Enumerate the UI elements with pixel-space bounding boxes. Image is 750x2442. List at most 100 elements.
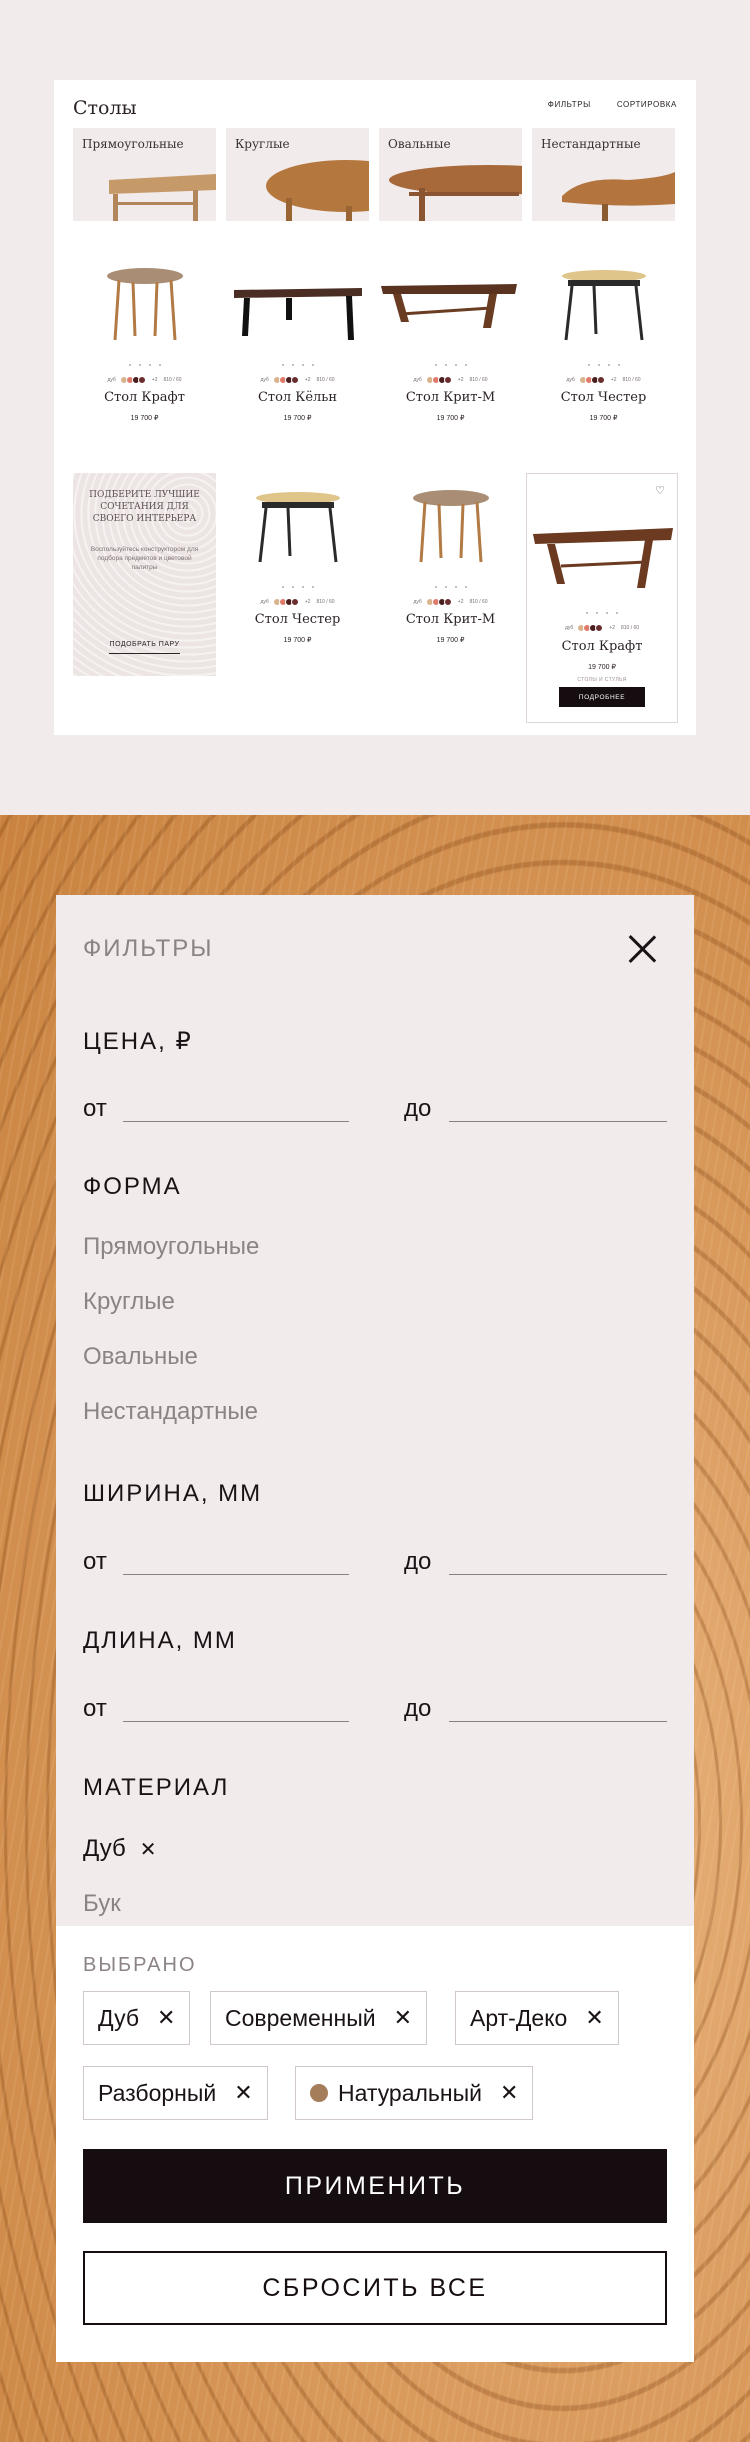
product-image xyxy=(107,268,183,341)
pick-pair-button[interactable]: ПОДОБРАТЬ ПАРУ xyxy=(73,641,216,648)
selected-chip[interactable]: Разборный ✕ xyxy=(83,2066,268,2120)
product-name: Стол Крафт xyxy=(104,390,185,405)
product-image xyxy=(256,492,340,563)
catalog-controls: ФИЛЬТРЫ СОРТИРОВКА xyxy=(548,100,677,109)
shape-tile-label: Прямоугольные xyxy=(82,137,184,151)
remove-x-icon[interactable]: ✕ xyxy=(234,2080,252,2106)
carousel-dots xyxy=(226,586,369,588)
shape-tile-custom[interactable]: Нестандартные xyxy=(532,128,675,221)
selected-chip[interactable]: Современный ✕ xyxy=(210,1991,428,2045)
promo-title: Подберите лучшие сочетания для своего ин… xyxy=(89,490,200,524)
chip-label: Арт-Деко xyxy=(470,2004,568,2031)
product-image xyxy=(562,270,646,341)
color-swatches[interactable] xyxy=(119,376,146,384)
reset-all-button[interactable]: СБРОСИТЬ ВСЕ xyxy=(83,2251,667,2325)
carousel-dots xyxy=(226,364,369,366)
chip-label: Дуб xyxy=(98,2004,140,2031)
product-meta: дуб +2 810 / 60 xyxy=(107,376,182,384)
product-meta: дуб +2 810 / 60 xyxy=(413,598,488,606)
sort-link[interactable]: СОРТИРОВКА xyxy=(617,100,677,109)
product-card[interactable]: дуб +2 810 / 60 Стол Крафт 19 700 ₽ xyxy=(73,258,216,436)
featured-product-card[interactable]: ♡ дуб +2 810 / 60 Стол Крафт 19 700 ₽ СТ… xyxy=(526,473,678,723)
filter-title: ФИЛЬТРЫ xyxy=(83,935,214,962)
color-swatches[interactable] xyxy=(272,376,299,384)
shape-tile-rectangular[interactable]: Прямоугольные xyxy=(73,128,216,221)
product-image xyxy=(381,284,517,328)
product-card[interactable]: дуб +2 810 / 60 Стол Честер 19 700 ₽ xyxy=(226,480,369,658)
color-swatches[interactable] xyxy=(272,598,299,606)
chip-label: Современный xyxy=(225,2004,376,2031)
shape-option[interactable]: Круглые xyxy=(83,1288,175,1316)
favorite-heart-icon[interactable]: ♡ xyxy=(655,484,665,497)
remove-x-icon[interactable]: ✕ xyxy=(500,2080,518,2106)
carousel-dots xyxy=(532,364,675,366)
product-price: 19 700 ₽ xyxy=(283,415,312,422)
color-swatches[interactable] xyxy=(425,376,452,384)
filters-link[interactable]: ФИЛЬТРЫ xyxy=(548,100,591,109)
length-to-label: до xyxy=(404,1695,432,1722)
product-name: Стол Честер xyxy=(254,612,341,627)
material-label: Дуб xyxy=(83,1835,126,1862)
shape-section-title: ФОРМА xyxy=(83,1173,182,1200)
selected-title: ВЫБРАНО xyxy=(83,1954,197,1976)
product-card[interactable]: дуб +2 810 / 60 Стол Крит-М 19 700 ₽ xyxy=(379,480,522,658)
promo-description: Воспользуйтесь конструктором для подбора… xyxy=(90,546,199,571)
material-option[interactable]: Бук xyxy=(83,1890,121,1918)
catalog-card: Столы ФИЛЬТРЫ СОРТИРОВКА Прямоугольные К… xyxy=(54,80,696,735)
remove-x-icon[interactable]: ✕ xyxy=(157,2005,175,2031)
product-price: 19 700 ₽ xyxy=(283,637,312,644)
shape-tile-label: Круглые xyxy=(235,137,290,151)
width-from-input[interactable] xyxy=(123,1574,349,1575)
length-from-input[interactable] xyxy=(123,1721,349,1722)
apply-button[interactable]: ПРИМЕНИТЬ xyxy=(83,2149,667,2223)
shape-tile-round[interactable]: Круглые xyxy=(226,128,369,221)
product-price: 19 700 ₽ xyxy=(436,415,465,422)
shape-option[interactable]: Нестандартные xyxy=(83,1398,258,1426)
product-price: 19 700 ₽ xyxy=(589,415,618,422)
chip-label: Разборный xyxy=(98,2079,217,2106)
price-to-label: до xyxy=(404,1095,432,1122)
button-underline xyxy=(109,653,180,654)
price-section-title: ЦЕНА, ₽ xyxy=(83,1028,193,1055)
shape-tile-oval[interactable]: Овальные xyxy=(379,128,522,221)
product-meta: дуб +2 810 / 60 xyxy=(413,376,488,384)
details-button[interactable]: ПОДРОБНЕЕ xyxy=(559,687,645,707)
product-image xyxy=(234,288,362,340)
product-category: СТОЛЫ И СТУЛЬЯ xyxy=(577,677,627,683)
color-swatches[interactable] xyxy=(425,598,452,606)
product-name: Стол Крит-М xyxy=(405,612,496,627)
price-to-input[interactable] xyxy=(449,1121,667,1122)
product-meta: дуб +2 810 / 60 xyxy=(260,598,335,606)
wood-background: ФИЛЬТРЫ ЦЕНА, ₽ от до ФОРМА Прямоугольны… xyxy=(0,815,750,2442)
selected-chip[interactable]: Дуб ✕ xyxy=(83,1991,191,2045)
selected-chip[interactable]: Арт-Деко ✕ xyxy=(455,1991,619,2045)
carousel-dots xyxy=(527,612,677,614)
color-swatches[interactable] xyxy=(577,624,604,632)
product-card[interactable]: дуб +2 810 / 60 Стол Кёльн 19 700 ₽ xyxy=(226,258,369,436)
width-to-input[interactable] xyxy=(449,1574,667,1575)
pairing-promo-card: Подберите лучшие сочетания для своего ин… xyxy=(73,473,216,676)
chip-label: Натуральный xyxy=(338,2079,482,2106)
shape-option[interactable]: Прямоугольные xyxy=(83,1233,259,1261)
carousel-dots xyxy=(73,364,216,366)
filter-panel: ФИЛЬТРЫ ЦЕНА, ₽ от до ФОРМА Прямоугольны… xyxy=(56,895,694,2362)
product-card[interactable]: дуб +2 810 / 60 Стол Крит-М 19 700 ₽ xyxy=(379,258,522,436)
product-name: Стол Крит-М xyxy=(405,390,496,405)
material-option-selected[interactable]: Дуб ✕ xyxy=(83,1835,157,1863)
product-card[interactable]: дуб +2 810 / 60 Стол Честер 19 700 ₽ xyxy=(532,258,675,436)
selected-chip-color[interactable]: Натуральный ✕ xyxy=(295,2066,534,2120)
product-meta: дуб +2 810 / 60 xyxy=(260,376,335,384)
length-section-title: ДЛИНА, ММ xyxy=(83,1627,237,1654)
length-to-input[interactable] xyxy=(449,1721,667,1722)
product-price: 19 700 ₽ xyxy=(588,664,616,671)
color-swatches[interactable] xyxy=(578,376,605,384)
remove-x-icon[interactable]: ✕ xyxy=(585,2005,603,2031)
product-meta: дуб +2 810 / 60 xyxy=(564,624,640,632)
remove-x-icon[interactable]: ✕ xyxy=(394,2005,412,2031)
width-to-label: до xyxy=(404,1548,432,1575)
close-icon[interactable] xyxy=(628,935,656,963)
product-price: 19 700 ₽ xyxy=(436,637,465,644)
price-from-input[interactable] xyxy=(123,1121,349,1122)
remove-x-icon[interactable]: ✕ xyxy=(140,1837,157,1862)
shape-option[interactable]: Овальные xyxy=(83,1343,198,1371)
